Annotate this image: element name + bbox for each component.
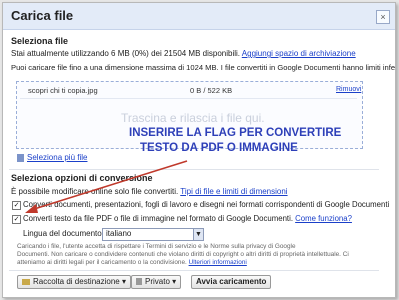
language-label: Lingua del documento: [23, 229, 104, 238]
file-types-link[interactable]: Tipi di file e limiti di dimensioni [180, 187, 287, 196]
convert-ocr-label: Converti testo da file PDF o file di imm… [23, 214, 293, 223]
terms-line-1: Caricando i file, l'utente accetta di ri… [17, 243, 296, 250]
remove-file-link[interactable]: Rimuovi [336, 86, 361, 93]
file-name: scopri chi ti copia.jpg [28, 86, 98, 95]
start-upload-button[interactable]: Avvia caricamento [191, 275, 272, 289]
size-limit-text: Puoi caricare file fino a una dimensione… [11, 63, 396, 72]
destination-collection-button[interactable]: Raccolta di destinazione ▾ [17, 275, 131, 289]
convert-documents-label: Converti documenti, presentazioni, fogli… [23, 200, 390, 209]
language-value: italiano [106, 229, 132, 238]
instruction-line-1: INSERIRE LA FLAG PER CONVERTIRE [129, 127, 342, 139]
chevron-down-icon: ▼ [193, 229, 203, 240]
conversion-note: È possibile modificare online solo file … [11, 187, 288, 196]
instruction-line-2: TESTO DA PDF O IMMAGINE [140, 142, 298, 154]
dialog-title: Carica file [11, 8, 74, 23]
section-divider [9, 169, 379, 170]
close-icon[interactable]: × [376, 10, 390, 24]
language-select[interactable]: italiano ▼ [102, 228, 204, 241]
more-info-link[interactable]: Ulteriori informazioni [189, 259, 247, 266]
terms-line-2: Documenti. Non caricare o condividere co… [17, 251, 349, 258]
folder-icon [22, 278, 30, 285]
chevron-down-icon: ▾ [121, 277, 126, 286]
select-more-files-link[interactable]: Seleziona più file [27, 153, 87, 162]
convert-ocr-option: Converti testo da file PDF o file di imm… [23, 214, 352, 223]
select-files-heading: Seleziona file [11, 36, 69, 46]
privacy-label: Privato [145, 277, 170, 286]
convert-ocr-checkbox[interactable]: ✓ [12, 215, 21, 224]
conversion-heading: Seleziona opzioni di conversione [11, 173, 153, 183]
drop-hint-text: Trascina e rilascia i file qui. [121, 111, 265, 125]
storage-usage-label: Stai attualmente utilizzando 6 MB (0%) d… [11, 49, 241, 58]
chevron-down-icon: ▾ [172, 277, 177, 286]
select-more-files[interactable]: Seleziona più file [17, 153, 87, 162]
privacy-button[interactable]: Privato ▾ [131, 275, 182, 289]
buy-storage-link[interactable]: Aggiungi spazio di archiviazione [242, 49, 356, 58]
conversion-note-text: È possibile modificare online solo file … [11, 187, 179, 196]
lock-icon [136, 278, 142, 286]
storage-usage-text: Stai attualmente utilizzando 6 MB (0%) d… [11, 49, 356, 58]
convert-documents-checkbox[interactable]: ✓ [12, 201, 21, 210]
destination-label: Raccolta di destinazione [33, 277, 120, 286]
terms-line-3-text: atteniamo ai diritti legali per il caric… [17, 259, 187, 266]
file-progress: 0 B / 522 KB [190, 86, 233, 95]
footer-divider [9, 270, 379, 271]
file-row-divider [20, 98, 357, 99]
how-it-works-link[interactable]: Come funziona? [295, 214, 352, 223]
upload-icon [17, 153, 24, 162]
file-row: scopri chi ti copia.jpg 0 B / 522 KB Rim… [20, 85, 361, 97]
start-upload-label: Avvia caricamento [196, 277, 267, 286]
terms-line-3: atteniamo ai diritti legali per il caric… [17, 259, 247, 266]
upload-dialog: Carica file × Seleziona file Stai attual… [2, 2, 396, 298]
dialog-titlebar: Carica file × [3, 3, 395, 30]
